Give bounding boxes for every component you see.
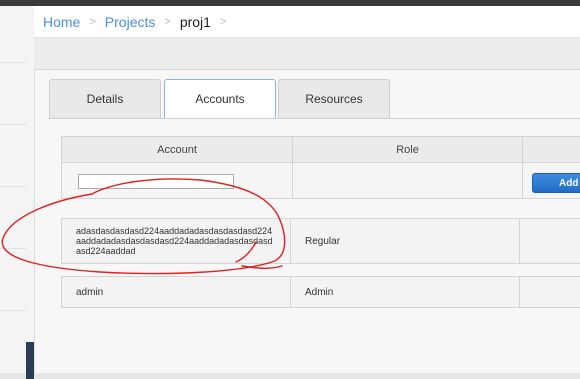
sidebar-edge xyxy=(26,342,34,379)
breadcrumb-separator: > xyxy=(219,15,227,28)
account-name: adasdasdasdasd224aaddadadasdasdasdasd224… xyxy=(76,226,273,256)
table-row[interactable]: adasdasdasdasd224aaddadadasdasdasdasd224… xyxy=(61,218,580,264)
account-cell: admin xyxy=(62,277,291,307)
left-sidebar xyxy=(0,6,35,379)
tab-label: Resources xyxy=(305,92,363,106)
account-cell: adasdasdasdasd224aaddadadasdasdasdasd224… xyxy=(62,219,291,263)
tab-resources[interactable]: Resources xyxy=(278,79,390,118)
account-input-cell xyxy=(62,163,293,198)
account-input[interactable] xyxy=(78,174,234,189)
column-header-account: Account xyxy=(62,137,293,162)
tab-divider xyxy=(49,118,580,119)
tab-label: Accounts xyxy=(195,92,245,106)
role-name: Regular xyxy=(305,235,341,247)
table-row[interactable]: admin Admin xyxy=(61,276,580,308)
role-cell: Admin xyxy=(291,277,520,307)
role-name: Admin xyxy=(305,286,334,298)
breadcrumb-current: proj1 xyxy=(179,13,211,30)
tab-label: Details xyxy=(86,92,124,106)
role-input-cell xyxy=(293,163,523,198)
add-account-row: Add xyxy=(61,163,580,199)
toolbar xyxy=(34,38,580,70)
account-name: admin xyxy=(76,286,104,298)
sidebar-divider xyxy=(0,186,26,187)
content-panel: Details Accounts Resources Account Role … xyxy=(34,70,580,373)
sidebar-divider xyxy=(0,62,26,63)
table-header: Account Role xyxy=(61,136,580,163)
breadcrumb-projects-link[interactable]: Projects xyxy=(105,14,156,30)
column-header-role: Role xyxy=(293,137,523,162)
breadcrumb: Home > Projects > proj1 > xyxy=(34,6,580,38)
breadcrumb-home-link[interactable]: Home xyxy=(43,14,80,30)
breadcrumb-separator: > xyxy=(164,15,171,28)
tab-accounts[interactable]: Accounts xyxy=(164,79,276,119)
breadcrumb-separator: > xyxy=(89,15,96,28)
add-button[interactable]: Add xyxy=(532,173,580,193)
tab-details[interactable]: Details xyxy=(49,79,161,118)
sidebar-divider xyxy=(0,310,26,311)
role-cell: Regular xyxy=(291,219,520,263)
sidebar-divider xyxy=(0,124,26,125)
sidebar-divider xyxy=(0,248,26,249)
